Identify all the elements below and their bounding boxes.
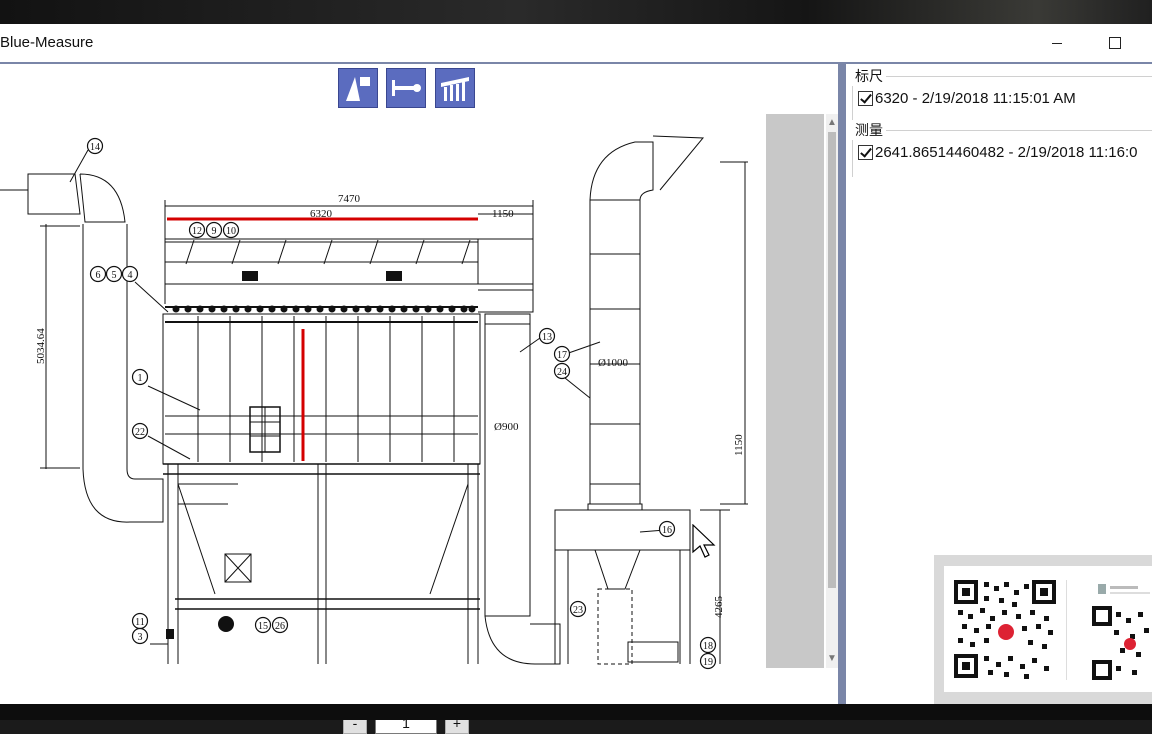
callout-16: 16 — [658, 520, 676, 538]
dim-d900: Ø900 — [494, 421, 519, 433]
dim-5034: 5034.64 — [35, 328, 47, 364]
svg-text:13: 13 — [542, 332, 552, 343]
ruler-tool-button[interactable] — [435, 68, 475, 108]
callout-23: 23 — [569, 600, 587, 618]
drawing-canvas[interactable]: 7470 6320 1150 Ø900 Ø1000 5034.64 1150 4… — [0, 64, 842, 734]
svg-text:12: 12 — [192, 226, 202, 237]
callout-5: 5 — [105, 265, 123, 283]
callout-11: 11 — [131, 612, 149, 630]
dim-d1000: Ø1000 — [598, 357, 628, 369]
svg-text:17: 17 — [557, 350, 567, 361]
window-title: Blue-Measure — [0, 34, 94, 51]
callout-3: 3 — [131, 627, 149, 645]
dim-6320: 6320 — [310, 208, 333, 220]
callout-4: 4 — [121, 265, 139, 283]
callout-15: 15 — [254, 616, 272, 634]
svg-text:3: 3 — [138, 632, 143, 643]
engineering-drawing: 7470 6320 1150 Ø900 Ø1000 5034.64 1150 4… — [0, 135, 748, 670]
measure-line-icon — [392, 80, 421, 96]
ruler-icon — [441, 77, 469, 101]
scale-tool-button[interactable] — [338, 68, 378, 108]
callout-6: 6 — [89, 265, 107, 283]
callout-18: 18 — [699, 636, 717, 654]
callout-12: 12 — [188, 221, 206, 239]
svg-text:10: 10 — [226, 226, 236, 237]
callout-9: 9 — [205, 221, 223, 239]
svg-text:14: 14 — [90, 142, 100, 153]
mouse-cursor-icon — [692, 524, 716, 558]
minimize-button[interactable] — [1034, 28, 1080, 58]
svg-text:15: 15 — [258, 621, 268, 632]
title-bar: Blue-Measure — [0, 24, 1152, 64]
callout-26: 26 — [271, 616, 289, 634]
svg-text:1: 1 — [138, 373, 143, 384]
svg-text:26: 26 — [275, 621, 285, 632]
svg-text:24: 24 — [557, 367, 567, 378]
dim-7470: 7470 — [338, 193, 361, 205]
measure-item-checkbox[interactable] — [858, 145, 873, 160]
qr-card — [944, 566, 1152, 692]
scale-group-label: 标尺 — [852, 66, 886, 86]
callout-14: 14 — [86, 137, 104, 155]
svg-text:11: 11 — [135, 617, 145, 628]
scroll-up-icon[interactable]: ▲ — [826, 116, 838, 130]
background-top — [0, 0, 1152, 24]
svg-text:18: 18 — [703, 641, 713, 652]
svg-text:6: 6 — [96, 270, 101, 281]
scale-item-checkbox[interactable] — [858, 91, 873, 106]
measure-item-text: 2641.86514460482 - 2/19/2018 11:16:0 — [875, 144, 1138, 161]
scale-item[interactable]: 6320 - 2/19/2018 11:15:01 AM — [858, 90, 1076, 107]
dim-1150-right: 1150 — [733, 434, 745, 456]
dim-1150-top: 1150 — [492, 208, 514, 220]
svg-text:5: 5 — [112, 270, 117, 281]
callout-17: 17 — [553, 345, 571, 363]
scale-reference-icon — [346, 77, 370, 101]
callout-13: 13 — [538, 327, 556, 345]
measure-tool-button[interactable] — [386, 68, 426, 108]
qr-code-icon — [954, 580, 1152, 682]
maximize-icon — [1109, 37, 1121, 49]
scroll-thumb[interactable] — [828, 132, 836, 588]
callout-10: 10 — [222, 221, 240, 239]
maximize-button[interactable] — [1092, 28, 1138, 58]
canvas-edge-area — [766, 114, 824, 668]
callout-24: 24 — [553, 362, 571, 380]
minimize-icon — [1052, 42, 1062, 44]
measure-group-label: 测量 — [852, 120, 886, 140]
svg-text:16: 16 — [662, 525, 672, 536]
measure-item[interactable]: 2641.86514460482 - 2/19/2018 11:16:0 — [858, 144, 1137, 161]
callout-22: 22 — [131, 422, 149, 440]
svg-text:9: 9 — [212, 226, 217, 237]
scroll-down-icon[interactable]: ▼ — [826, 652, 838, 666]
svg-text:4: 4 — [128, 270, 133, 281]
scale-item-text: 6320 - 2/19/2018 11:15:01 AM — [875, 90, 1076, 107]
callout-1: 1 — [131, 368, 149, 386]
dim-4265: 4265 — [713, 596, 725, 619]
svg-text:19: 19 — [703, 657, 713, 668]
svg-text:22: 22 — [135, 427, 145, 438]
background-bottom — [0, 704, 1152, 720]
callout-19: 19 — [699, 652, 717, 670]
svg-text:23: 23 — [573, 605, 583, 616]
